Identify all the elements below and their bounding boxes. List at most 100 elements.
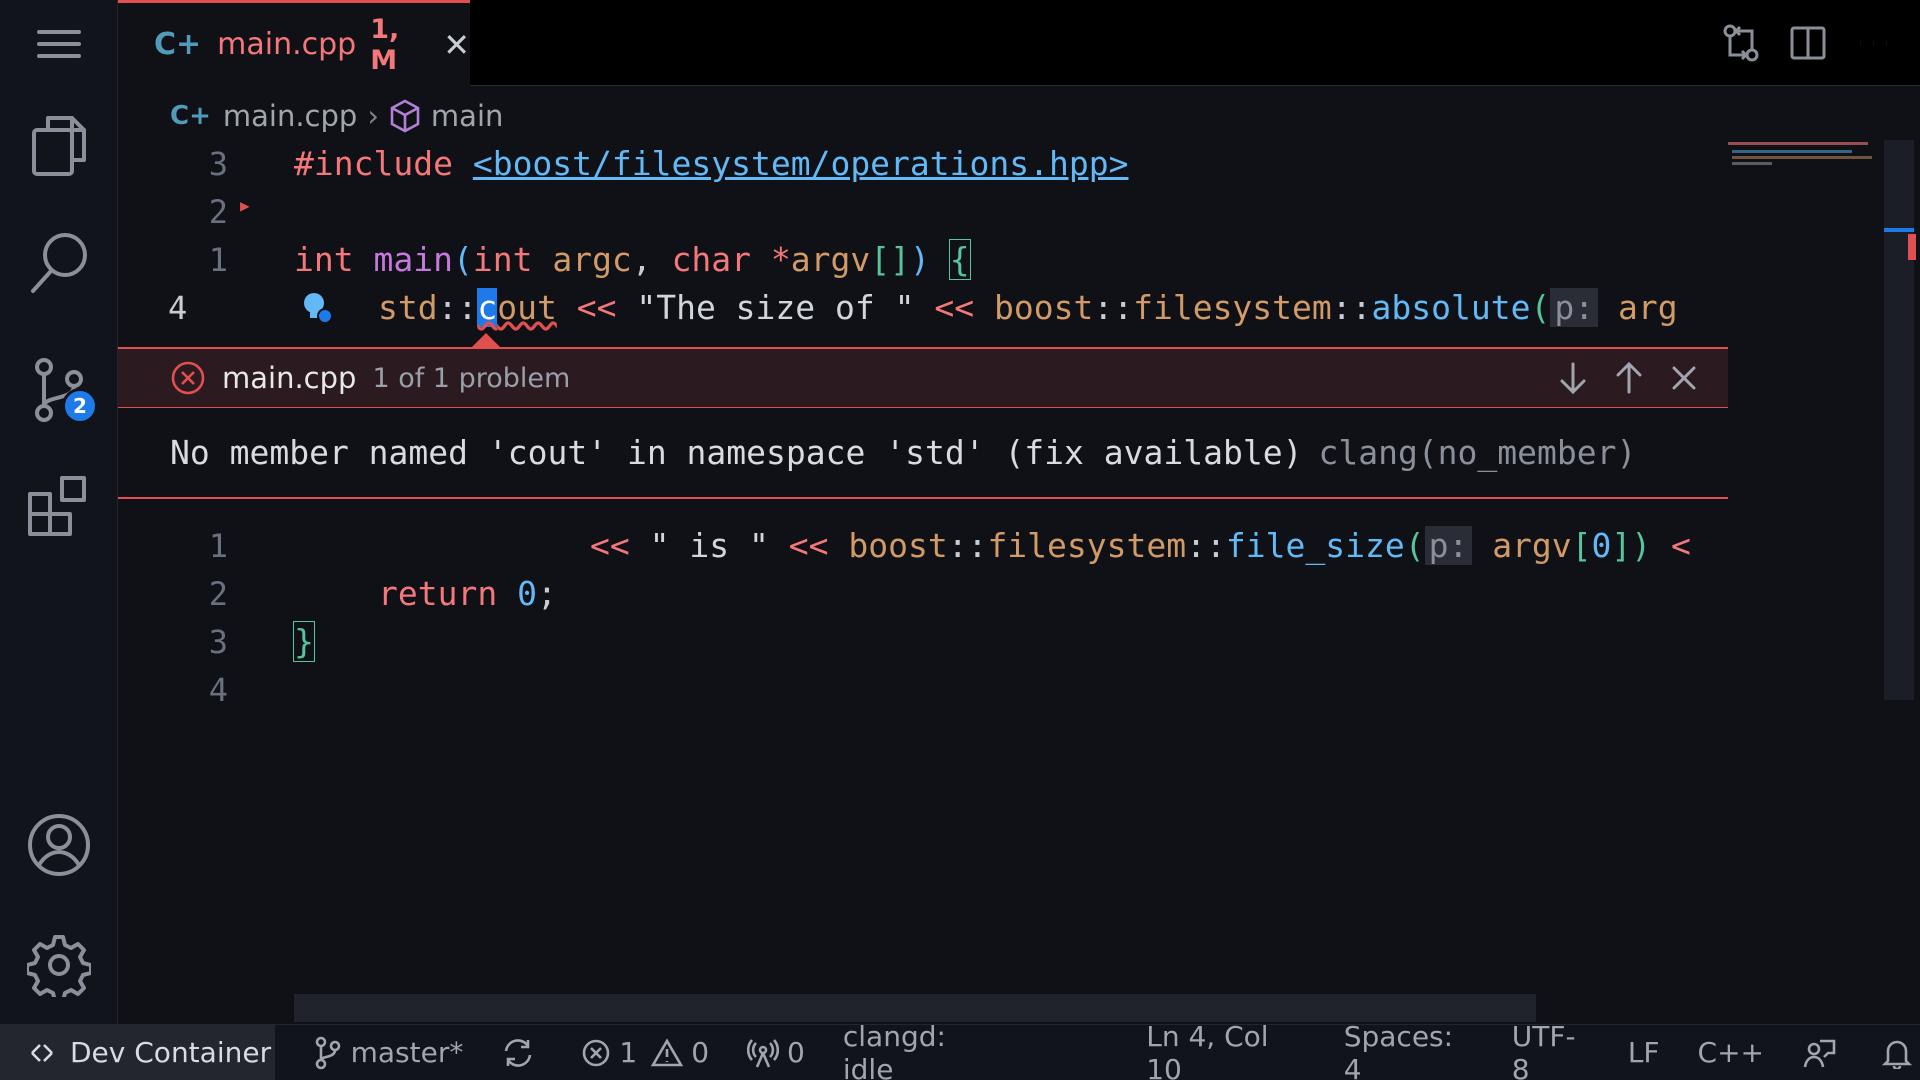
token: ( <box>452 240 473 279</box>
breadcrumb: C+ main.cpp › main <box>170 94 503 138</box>
code-line: 2 return 0; <box>118 570 1728 618</box>
more-actions-icon[interactable] <box>1856 38 1890 48</box>
token: } <box>293 621 315 662</box>
end-of-line[interactable]: LF <box>1628 1036 1660 1069</box>
token: argv <box>790 240 871 279</box>
remote-indicator[interactable]: Dev Container <box>0 1024 275 1080</box>
token: int <box>294 240 354 279</box>
line-number: 1 <box>208 527 228 565</box>
encoding-label: UTF-8 <box>1511 1019 1576 1080</box>
warning-count: 0 <box>691 1036 710 1069</box>
line-number: 4 <box>208 671 228 709</box>
token: filesystem <box>987 526 1187 565</box>
next-problem-icon[interactable] <box>1558 361 1588 395</box>
problem-message: No member named 'cout' in namespace 'std… <box>170 433 1303 472</box>
broadcast-icon <box>747 1038 780 1068</box>
tab-main-cpp[interactable]: C+ main.cpp 1, M ✕ <box>118 0 470 86</box>
feedback-button[interactable] <box>1802 1037 1844 1069</box>
ports-count: 0 <box>787 1036 805 1069</box>
line-number: 2 <box>208 193 228 231</box>
token: ( <box>1404 526 1425 565</box>
search-icon[interactable] <box>0 228 118 298</box>
sync-button[interactable] <box>501 1038 543 1068</box>
code-line: 2 ▶ <box>118 188 1728 236</box>
error-token[interactable]: out <box>497 288 557 327</box>
spaces-label: Spaces: 4 <box>1343 1019 1454 1080</box>
branch-indicator[interactable]: master* <box>313 1036 463 1070</box>
encoding[interactable]: UTF-8 <box>1512 1020 1590 1080</box>
split-editor-icon[interactable] <box>1790 26 1826 60</box>
cpp-file-icon: C+ <box>170 101 211 131</box>
token: ]) <box>1611 526 1652 565</box>
language-mode[interactable]: C++ <box>1698 1036 1764 1069</box>
token: << <box>934 288 975 327</box>
error-icon <box>171 361 205 395</box>
token: 0 <box>1591 526 1612 565</box>
notifications-button[interactable] <box>1882 1037 1920 1069</box>
compare-changes-icon[interactable] <box>1722 23 1760 63</box>
token: << <box>590 526 630 565</box>
token: argv <box>1492 526 1572 565</box>
fold-marker-icon[interactable]: ▶ <box>240 196 250 215</box>
line-number: 2 <box>208 575 228 613</box>
indentation[interactable]: Spaces: 4 <box>1344 1020 1474 1080</box>
breadcrumb-file[interactable]: main.cpp <box>223 99 357 133</box>
settings-gear-icon[interactable] <box>0 930 118 1000</box>
code-line: 1 int main(int argc, char *argv[]) { <box>118 236 1728 284</box>
token: :: <box>947 526 988 565</box>
problem-peek-header: main.cpp 1 of 1 problem <box>118 347 1728 407</box>
token: , <box>631 240 652 279</box>
peek-file: main.cpp <box>222 361 357 395</box>
error-icon <box>583 1039 610 1066</box>
token: file_size <box>1225 526 1405 565</box>
token: std <box>378 288 438 327</box>
line-number: 3 <box>208 623 228 661</box>
include-path-link[interactable]: <boost/filesystem/operations.hpp> <box>473 144 1129 183</box>
token: [] <box>870 240 911 279</box>
breadcrumb-symbol[interactable]: main <box>431 99 503 133</box>
token: boost <box>848 526 948 565</box>
cursor-char: c <box>477 288 498 327</box>
code-line-current: 4 std::cout << "The size of " << boost::… <box>118 284 1728 332</box>
token: main <box>373 240 453 279</box>
token: int <box>472 240 533 279</box>
peek-count: 1 of 1 problem <box>372 362 571 394</box>
token: ; <box>536 574 557 613</box>
minimap[interactable] <box>1728 140 1890 1030</box>
token: #include <box>294 144 453 183</box>
token: char <box>671 240 752 279</box>
horizontal-scrollbar[interactable] <box>294 994 1536 1022</box>
cpp-file-icon: C+ <box>154 27 202 62</box>
extensions-icon[interactable] <box>0 470 118 540</box>
token: < <box>1671 526 1691 565</box>
cursor-position[interactable]: Ln 4, Col 10 <box>1146 1020 1306 1080</box>
token: return <box>378 574 498 613</box>
close-peek-icon[interactable] <box>1670 361 1698 395</box>
menu-icon[interactable] <box>0 14 118 74</box>
feedback-icon <box>1803 1039 1836 1067</box>
token: " is " <box>649 526 769 565</box>
code-editor[interactable]: 3 #include <boost/filesystem/operations.… <box>118 140 1728 1024</box>
lightbulb-icon[interactable] <box>300 290 334 330</box>
explorer-icon[interactable] <box>0 110 118 180</box>
git-branch-icon <box>315 1036 340 1069</box>
token: :: <box>1093 288 1134 327</box>
source-control-icon[interactable] <box>0 350 118 430</box>
previous-problem-icon[interactable] <box>1614 361 1644 395</box>
token: argc <box>552 240 632 279</box>
token: << <box>576 288 617 327</box>
account-icon[interactable] <box>0 810 118 880</box>
vertical-scrollbar[interactable] <box>1884 140 1916 700</box>
peek-pointer <box>472 333 500 347</box>
line-number: 1 <box>208 241 228 279</box>
error-count: 1 <box>619 1036 638 1069</box>
clangd-status[interactable]: clangd: idle <box>843 1020 998 1080</box>
remote-icon <box>31 1043 53 1062</box>
tab-label: main.cpp <box>217 27 357 62</box>
close-icon[interactable]: ✕ <box>443 26 470 64</box>
problems-indicator[interactable]: 1 0 <box>581 1036 709 1069</box>
code-line: 3 #include <boost/filesystem/operations.… <box>118 140 1728 188</box>
sync-icon <box>505 1038 532 1067</box>
ports-indicator[interactable]: 0 <box>747 1036 805 1069</box>
tab-status: 1, M <box>370 13 400 76</box>
